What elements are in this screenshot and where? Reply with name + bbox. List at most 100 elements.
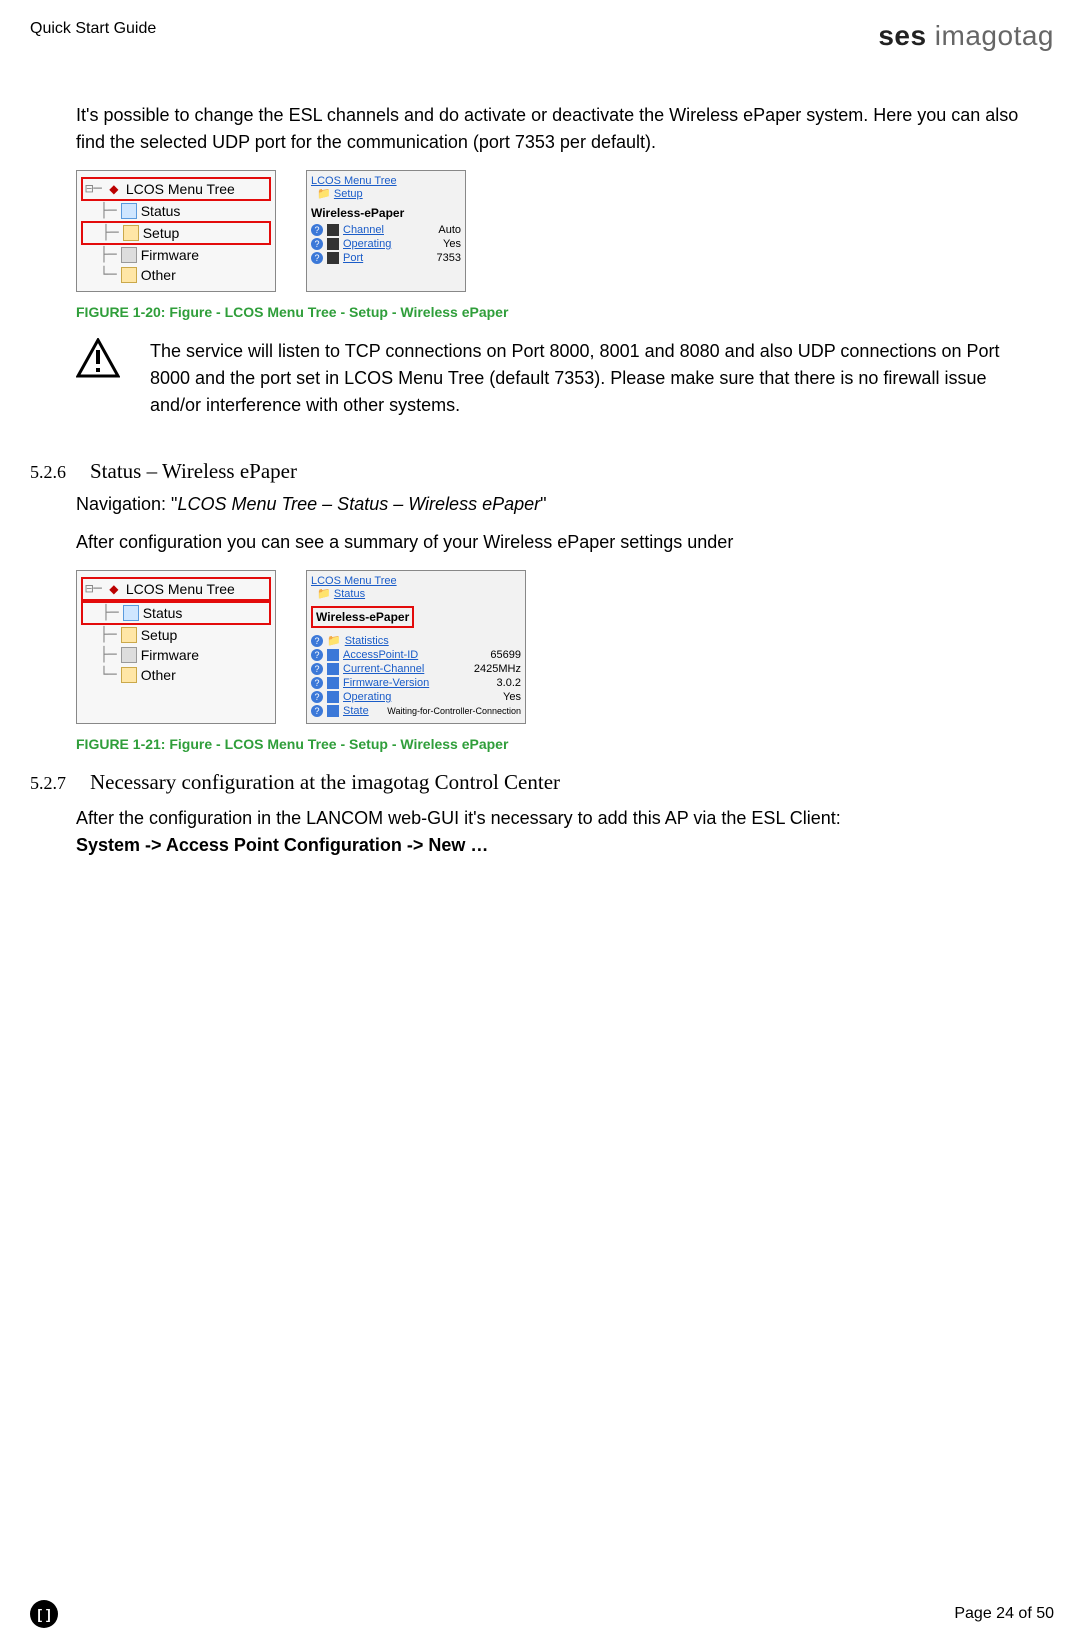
figure-caption-1-21: FIGURE 1-21: Figure - LCOS Menu Tree - S… [76, 736, 1034, 752]
help-icon: ? [311, 691, 323, 703]
figure-caption-1-20: FIGURE 1-20: Figure - LCOS Menu Tree - S… [76, 304, 1034, 320]
folder-icon: 📁 [317, 188, 331, 200]
field-icon [327, 224, 339, 236]
detail-row: ? Firmware-Version 3.0.2 [311, 677, 521, 689]
tree-item-setup: ├─ Setup [81, 221, 271, 245]
detail-label: Operating [343, 691, 391, 703]
folder-icon: 📁 [317, 588, 331, 600]
status-icon [121, 203, 137, 219]
firmware-icon [121, 647, 137, 663]
tree-root-label: LCOS Menu Tree [126, 181, 235, 197]
tree-item: ├─ Firmware [81, 245, 271, 265]
logo-light: imagotag [927, 20, 1054, 51]
tree-item: ├─ Setup [81, 625, 271, 645]
footer-badge-icon: [ ] [30, 1600, 58, 1628]
intro-paragraph: It's possible to change the ESL channels… [76, 102, 1034, 156]
other-icon [121, 667, 137, 683]
info-icon [327, 691, 339, 703]
detail-label: Channel [343, 224, 384, 236]
help-icon: ? [311, 649, 323, 661]
tree-item-label: Status [141, 203, 181, 219]
folder-icon: 📁 [327, 634, 341, 647]
crumb-link: LCOS Menu Tree [311, 175, 397, 187]
wireless-epaper-status-detail: LCOS Menu Tree 📁 Status Wireless-ePaper … [306, 570, 526, 724]
section-527-para: After the configuration in the LANCOM we… [76, 805, 1034, 859]
detail-label: AccessPoint-ID [343, 649, 418, 661]
help-icon: ? [311, 677, 323, 689]
detail-value: Auto [438, 224, 461, 236]
tree-item-label: Status [143, 605, 183, 621]
help-icon: ? [311, 663, 323, 675]
tree-branch-icon: └─ [83, 267, 117, 283]
detail-value: 3.0.2 [497, 677, 521, 689]
tree-item-status: ├─ Status [81, 601, 271, 625]
tree-branch-icon: ├─ [85, 225, 119, 241]
detail-row: ? AccessPoint-ID 65699 [311, 649, 521, 661]
info-icon [327, 663, 339, 675]
tree-item-label: Setup [143, 225, 180, 241]
detail-label: State [343, 705, 369, 717]
help-icon: ? [311, 224, 323, 236]
section-title: Status – Wireless ePaper [90, 459, 297, 484]
warning-block: The service will listen to TCP connectio… [76, 338, 1034, 419]
section-heading-526: 5.2.6 Status – Wireless ePaper [30, 459, 1034, 484]
crumb-link: Setup [334, 188, 363, 200]
tree-root: ⊟─ ◆ LCOS Menu Tree [81, 177, 271, 201]
tree-root: ⊟─ ◆ LCOS Menu Tree [81, 577, 271, 601]
nav-prefix: Navigation: " [76, 494, 177, 514]
figure-1-21: ⊟─ ◆ LCOS Menu Tree ├─ Status ├─ Setup ├… [76, 570, 1034, 724]
doc-title: Quick Start Guide [30, 20, 156, 38]
detail-row: ? State Waiting-for-Controller-Connectio… [311, 705, 521, 717]
tree-branch-icon: ├─ [83, 203, 117, 219]
field-icon [327, 252, 339, 264]
section-heading-527: 5.2.7 Necessary configuration at the ima… [30, 770, 1034, 795]
tree-branch-icon: ⊟─ [85, 581, 102, 597]
figure-1-20: ⊟─ ◆ LCOS Menu Tree ├─ Status ├─ Setup ├… [76, 170, 1034, 292]
help-icon: ? [311, 635, 323, 647]
detail-label: Firmware-Version [343, 677, 429, 689]
detail-label: Statistics [345, 635, 389, 647]
tree-item: ├─ Firmware [81, 645, 271, 665]
tree-branch-icon: ├─ [83, 627, 117, 643]
section-526-para: After configuration you can see a summar… [76, 529, 1034, 556]
detail-label: Operating [343, 238, 391, 250]
root-icon: ◆ [106, 181, 122, 197]
detail-value: Waiting-for-Controller-Connection [387, 706, 521, 716]
help-icon: ? [311, 252, 323, 264]
section-number: 5.2.7 [30, 773, 76, 794]
detail-value: Yes [503, 691, 521, 703]
breadcrumb: LCOS Menu Tree 📁 Setup [311, 175, 461, 200]
tree-item-label: Other [141, 667, 176, 683]
detail-value: 7353 [437, 252, 461, 264]
tree-branch-icon: ├─ [83, 647, 117, 663]
field-icon [327, 238, 339, 250]
tree-item: └─ Other [81, 665, 271, 685]
tree-branch-icon: └─ [83, 667, 117, 683]
tree-root-label: LCOS Menu Tree [126, 581, 235, 597]
info-icon [327, 649, 339, 661]
page-content: It's possible to change the ESL channels… [30, 102, 1054, 859]
detail-row: ? Current-Channel 2425MHz [311, 663, 521, 675]
detail-value: 65699 [490, 649, 521, 661]
detail-label: Port [343, 252, 363, 264]
page-number: Page 24 of 50 [954, 1605, 1054, 1623]
page-footer: [ ] Page 24 of 50 [30, 1600, 1054, 1628]
tree-item: ├─ Status [81, 201, 271, 221]
detail-value: Yes [443, 238, 461, 250]
root-icon: ◆ [106, 581, 122, 597]
detail-row: ? Operating Yes [311, 691, 521, 703]
nav-path: LCOS Menu Tree – Status – Wireless ePape… [177, 494, 540, 514]
firmware-icon [121, 247, 137, 263]
detail-label: Current-Channel [343, 663, 424, 675]
wireless-epaper-detail: LCOS Menu Tree 📁 Setup Wireless-ePaper ?… [306, 170, 466, 292]
detail-row: ? Channel Auto [311, 224, 461, 236]
detail-title: Wireless-ePaper [311, 206, 461, 220]
tree-item-label: Setup [141, 627, 178, 643]
lcos-tree-panel-2: ⊟─ ◆ LCOS Menu Tree ├─ Status ├─ Setup ├… [76, 570, 276, 724]
tree-item-label: Firmware [141, 247, 199, 263]
help-icon: ? [311, 705, 323, 717]
setup-icon [121, 627, 137, 643]
info-icon [327, 705, 339, 717]
detail-row: ? 📁 Statistics [311, 634, 521, 647]
tree-branch-icon: ⊟─ [85, 181, 102, 197]
